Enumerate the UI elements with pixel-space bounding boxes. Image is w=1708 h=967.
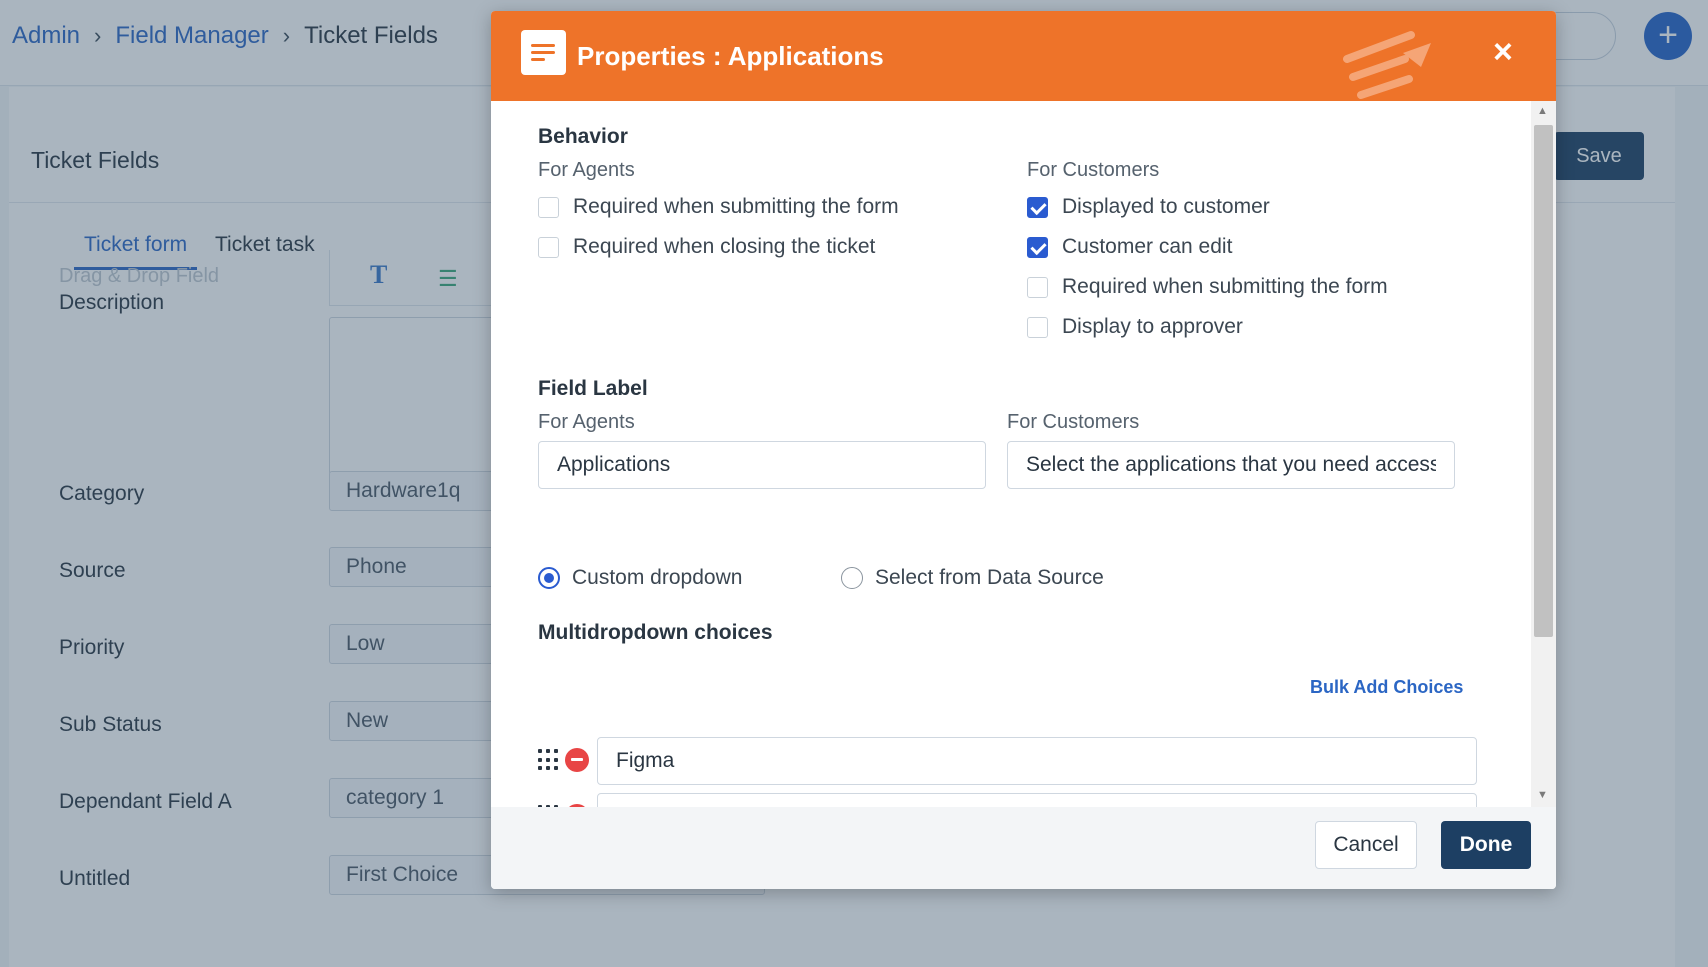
field-label-customers-heading: For Customers bbox=[1007, 411, 1140, 433]
field-label-heading: Field Label bbox=[538, 377, 648, 400]
checkbox-label: Display to approver bbox=[1062, 315, 1243, 338]
checkbox-label: Required when submitting the form bbox=[1062, 275, 1388, 298]
modal-body: Behavior For Agents For Customers Requir… bbox=[491, 101, 1531, 807]
display-to-approver-checkbox[interactable] bbox=[1027, 316, 1048, 338]
agent-required-close-row[interactable]: Required when closing the ticket bbox=[538, 235, 875, 259]
checkbox-label: Required when submitting the form bbox=[573, 195, 899, 218]
choice-row: Figma bbox=[538, 737, 1498, 785]
cancel-button[interactable]: Cancel bbox=[1315, 821, 1417, 869]
customer-can-edit-checkbox[interactable] bbox=[1027, 236, 1048, 258]
customer-label-input[interactable] bbox=[1007, 441, 1455, 489]
scroll-up-icon[interactable]: ▲ bbox=[1537, 105, 1548, 117]
choice-input[interactable]: Figma bbox=[597, 737, 1477, 785]
scrollbar-thumb[interactable] bbox=[1534, 125, 1553, 637]
behavior-customers-heading: For Customers bbox=[1027, 159, 1160, 181]
field-properties-icon bbox=[521, 30, 566, 75]
custom-dropdown-option[interactable]: Custom dropdown bbox=[538, 566, 742, 590]
custom-dropdown-radio[interactable] bbox=[538, 567, 560, 589]
modal-header: Properties : Applications × bbox=[491, 11, 1556, 101]
modal-scrollbar[interactable]: ▲ ▼ bbox=[1531, 101, 1556, 807]
scroll-down-icon[interactable]: ▼ bbox=[1537, 789, 1548, 801]
customer-can-edit-row[interactable]: Customer can edit bbox=[1027, 235, 1232, 259]
done-button[interactable]: Done bbox=[1441, 821, 1531, 869]
modal-title: Properties : Applications bbox=[577, 41, 884, 71]
agent-required-submit-checkbox[interactable] bbox=[538, 196, 559, 218]
checkbox-label: Displayed to customer bbox=[1062, 195, 1270, 218]
decorative-logo-icon bbox=[1343, 31, 1431, 99]
checkbox-label: Required when closing the ticket bbox=[573, 235, 876, 258]
customer-required-submit-row[interactable]: Required when submitting the form bbox=[1027, 275, 1388, 299]
customer-displayed-row[interactable]: Displayed to customer bbox=[1027, 195, 1270, 219]
display-to-approver-row[interactable]: Display to approver bbox=[1027, 315, 1243, 339]
agent-required-close-checkbox[interactable] bbox=[538, 236, 559, 258]
customer-displayed-checkbox[interactable] bbox=[1027, 196, 1048, 218]
customer-required-submit-checkbox[interactable] bbox=[1027, 276, 1048, 298]
agent-label-input[interactable] bbox=[538, 441, 986, 489]
checkbox-label: Customer can edit bbox=[1062, 235, 1233, 258]
choice-input[interactable]: Slack bbox=[597, 793, 1477, 807]
bulk-add-choices-link[interactable]: Bulk Add Choices bbox=[1310, 677, 1463, 698]
choice-row: Slack bbox=[538, 793, 1498, 807]
properties-modal: Properties : Applications × Behavior For… bbox=[491, 11, 1556, 889]
agent-required-submit-row[interactable]: Required when submitting the form bbox=[538, 195, 899, 219]
radio-label: Select from Data Source bbox=[875, 566, 1104, 589]
remove-choice-icon[interactable] bbox=[565, 748, 589, 772]
data-source-option[interactable]: Select from Data Source bbox=[841, 566, 1104, 590]
behavior-agents-heading: For Agents bbox=[538, 159, 635, 181]
radio-label: Custom dropdown bbox=[572, 566, 743, 589]
data-source-radio[interactable] bbox=[841, 567, 863, 589]
behavior-heading: Behavior bbox=[538, 125, 628, 148]
field-label-agents-heading: For Agents bbox=[538, 411, 635, 433]
close-icon[interactable]: × bbox=[1493, 33, 1513, 72]
drag-handle-icon[interactable] bbox=[538, 749, 560, 771]
modal-footer: Cancel Done bbox=[491, 807, 1556, 889]
choices-heading: Multidropdown choices bbox=[538, 621, 773, 644]
